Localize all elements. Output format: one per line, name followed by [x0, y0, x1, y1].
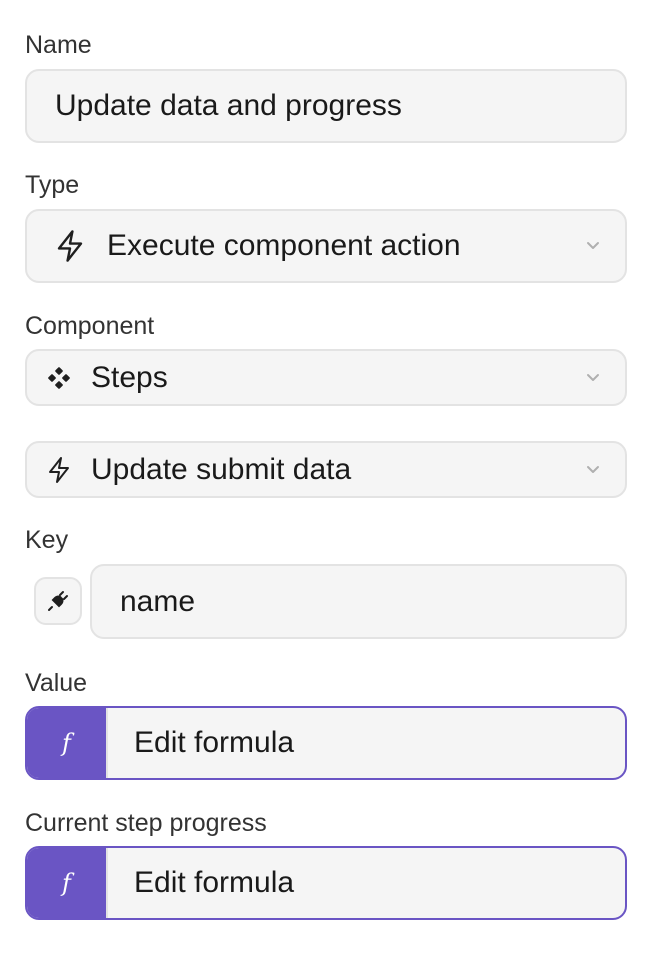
lightning-icon — [47, 456, 71, 484]
name-label: Name — [25, 31, 92, 59]
value-label: Value — [25, 669, 88, 697]
plug-icon — [46, 589, 70, 613]
lightning-icon — [55, 229, 85, 263]
component-select-value: Steps — [91, 360, 168, 394]
name-input-value: Update data and progress — [55, 89, 402, 122]
progress-label: Current step progress — [25, 809, 267, 837]
chevron-down-icon — [587, 465, 599, 473]
plug-toggle-button[interactable] — [34, 577, 82, 625]
value-formula-field[interactable]: f Edit formula — [25, 706, 627, 780]
type-select[interactable]: Execute component action — [25, 209, 627, 283]
action-select-value: Update submit data — [91, 452, 352, 486]
progress-formula-field[interactable]: f Edit formula — [25, 846, 627, 920]
key-input[interactable]: name — [90, 564, 627, 639]
type-select-value: Execute component action — [107, 229, 461, 262]
key-input-value: name — [120, 584, 196, 618]
progress-edit-formula-button[interactable]: Edit formula — [106, 848, 625, 918]
chevron-down-icon — [587, 373, 599, 381]
component-select[interactable]: Steps — [25, 349, 627, 406]
key-label: Key — [25, 526, 69, 554]
component-label: Component — [25, 312, 155, 340]
chevron-down-icon — [587, 242, 599, 249]
function-icon: f — [27, 708, 106, 778]
value-edit-formula-button[interactable]: Edit formula — [106, 708, 625, 778]
type-label: Type — [25, 171, 80, 199]
steps-component-icon — [47, 366, 71, 390]
action-select[interactable]: Update submit data — [25, 441, 627, 498]
name-input[interactable]: Update data and progress — [25, 69, 627, 143]
function-icon: f — [27, 848, 106, 918]
